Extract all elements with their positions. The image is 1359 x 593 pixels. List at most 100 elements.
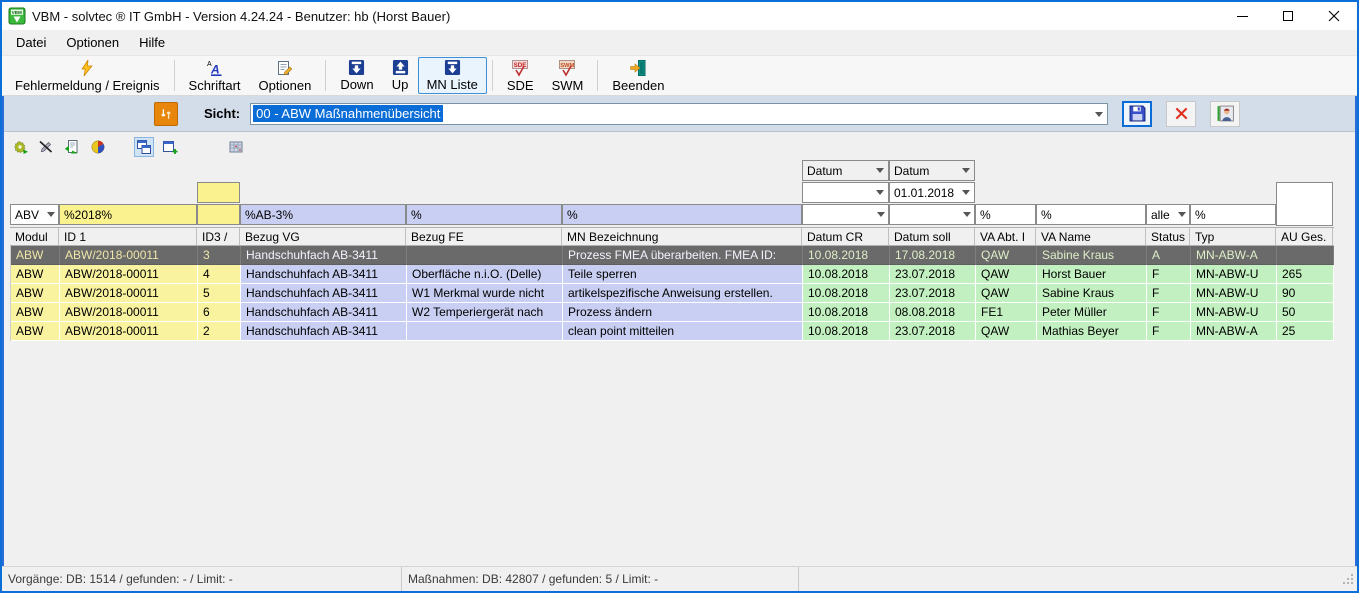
- cell-datum-cr: 10.08.2018: [803, 246, 890, 265]
- run-settings-button[interactable]: [10, 137, 30, 157]
- column-header-bezug-fe[interactable]: Bezug FE: [406, 228, 562, 245]
- delete-view-button[interactable]: [1166, 101, 1196, 127]
- cell-id3: 4: [198, 265, 241, 284]
- typ-filter[interactable]: %: [1190, 204, 1276, 225]
- toolbar-button-beenden[interactable]: Beenden: [603, 57, 673, 94]
- au-ges-filter[interactable]: [1276, 182, 1333, 226]
- datum-cr-filter-combo[interactable]: [802, 204, 889, 225]
- column-header-typ[interactable]: Typ: [1190, 228, 1276, 245]
- column-header-datum-soll[interactable]: Datum soll: [889, 228, 975, 245]
- maximize-button[interactable]: [1265, 2, 1311, 30]
- arrow-down-box-icon: [348, 59, 365, 76]
- modul-filter-combo[interactable]: ABV: [10, 204, 59, 225]
- menu-hilfe[interactable]: Hilfe: [129, 31, 175, 54]
- status-vorgaenge: Vorgänge: DB: 1514 / gefunden: - / Limit…: [2, 567, 402, 591]
- toolbar-button-mn-liste[interactable]: MN Liste: [418, 57, 487, 94]
- va-name-filter[interactable]: %: [1036, 204, 1146, 225]
- chevron-down-icon: [1178, 212, 1186, 217]
- cell-va-name: Sabine Kraus: [1037, 246, 1147, 265]
- table-grid-icon: [228, 139, 244, 155]
- column-header-id1[interactable]: ID 1: [59, 228, 197, 245]
- no-edit-button[interactable]: [36, 137, 56, 157]
- toolbar-button-sde[interactable]: SDE SDE: [498, 57, 543, 94]
- column-header-va-name[interactable]: VA Name: [1036, 228, 1146, 245]
- datum-cr-field-label: Datum: [807, 164, 842, 178]
- font-icon: AA: [206, 59, 224, 77]
- datum-cr-field-selector[interactable]: Datum: [802, 160, 889, 181]
- column-header-modul[interactable]: Modul: [10, 228, 59, 245]
- datum-soll-field-selector[interactable]: Datum: [889, 160, 975, 181]
- table-row[interactable]: ABWABW/2018-000114Handschuhfach AB-3411O…: [11, 265, 1334, 284]
- toolbar-button-fehlermeldung[interactable]: Fehlermeldung / Ereignis: [6, 57, 169, 94]
- chevron-down-icon: [47, 212, 55, 217]
- status-right: [799, 567, 1357, 591]
- bezug-fe-filter[interactable]: %: [406, 204, 562, 225]
- status-massnahmen: Maßnahmen: DB: 42807 / gefunden: 5 / Lim…: [402, 567, 799, 591]
- mn-bezeichnung-filter-value: %: [567, 208, 578, 222]
- export-button[interactable]: [62, 137, 82, 157]
- id3-extra-filter[interactable]: [197, 182, 240, 203]
- close-button[interactable]: [1311, 2, 1357, 30]
- sicht-combobox[interactable]: 00 - ABW Maßnahmenübersicht: [250, 103, 1108, 125]
- sicht-label: Sicht:: [204, 106, 240, 121]
- chevron-down-icon: [962, 168, 970, 173]
- toolbar-button-optionen[interactable]: Optionen: [250, 57, 321, 94]
- new-window-button[interactable]: [160, 137, 180, 157]
- cell-modul: ABW: [11, 265, 60, 284]
- column-header-id3[interactable]: ID3 /: [197, 228, 240, 245]
- id3-filter[interactable]: [197, 204, 240, 225]
- column-header-au-ges[interactable]: AU Ges.: [1276, 228, 1333, 245]
- table-row[interactable]: ABWABW/2018-000112Handschuhfach AB-3411c…: [11, 322, 1334, 341]
- cell-au-ges: [1277, 246, 1334, 265]
- swm-check-icon: SWM: [558, 59, 576, 77]
- status-filter-combo[interactable]: alle: [1146, 204, 1190, 225]
- toolbar-button-swm[interactable]: SWM SWM: [543, 57, 593, 94]
- toolbar-button-schriftart[interactable]: AA Schriftart: [180, 57, 250, 94]
- column-header-va-abt[interactable]: VA Abt. I: [975, 228, 1036, 245]
- refresh-view-button[interactable]: [154, 102, 178, 126]
- cell-va-abt: QAW: [976, 322, 1037, 341]
- pie-chart-button[interactable]: [88, 137, 108, 157]
- column-header-bezug-vg[interactable]: Bezug VG: [240, 228, 406, 245]
- table-row[interactable]: ABWABW/2018-000116Handschuhfach AB-3411W…: [11, 303, 1334, 322]
- save-view-button[interactable]: [1122, 101, 1152, 127]
- column-header-mn-bezeichnung[interactable]: MN Bezeichnung: [562, 228, 802, 245]
- toolbar-button-label: MN Liste: [427, 77, 478, 92]
- chevron-down-icon: [877, 212, 885, 217]
- table-grid-button[interactable]: [226, 137, 246, 157]
- bezug-vg-filter[interactable]: %AB-3%: [240, 204, 406, 225]
- typ-filter-value: %: [1195, 208, 1206, 222]
- toolbar-button-down[interactable]: Down: [331, 57, 382, 94]
- datum-cr-date-combo[interactable]: [802, 182, 889, 203]
- table-row[interactable]: ABWABW/2018-000113Handschuhfach AB-3411P…: [11, 246, 1334, 265]
- datum-soll-date-combo[interactable]: 01.01.2018: [889, 182, 975, 203]
- table-body: ABWABW/2018-000113Handschuhfach AB-3411P…: [10, 246, 1334, 341]
- cell-mn-bezeichnung: Prozess ändern: [563, 303, 803, 322]
- cell-id1: ABW/2018-00011: [60, 284, 198, 303]
- cascade-windows-button[interactable]: [134, 137, 154, 157]
- cell-datum-cr: 10.08.2018: [803, 265, 890, 284]
- chevron-down-icon: [876, 168, 884, 173]
- cell-typ: MN-ABW-A: [1191, 246, 1277, 265]
- column-header-row: Modul ID 1 ID3 / Bezug VG Bezug FE MN Be…: [10, 227, 1334, 246]
- menu-optionen[interactable]: Optionen: [56, 31, 129, 54]
- minimize-button[interactable]: [1219, 2, 1265, 30]
- id1-filter[interactable]: %2018%: [59, 204, 197, 225]
- mn-bezeichnung-filter[interactable]: %: [562, 204, 802, 225]
- column-header-status[interactable]: Status: [1146, 228, 1190, 245]
- user-portrait-icon: [1217, 105, 1234, 122]
- column-header-datum-cr[interactable]: Datum CR: [802, 228, 889, 245]
- cell-status: A: [1147, 246, 1191, 265]
- menu-datei[interactable]: Datei: [6, 31, 56, 54]
- user-view-button[interactable]: [1210, 101, 1240, 127]
- va-abt-filter[interactable]: %: [975, 204, 1036, 225]
- grid-area: Datum Datum 01.01.2018 ABV %2018% %AB-3%…: [4, 132, 1355, 566]
- cell-id1: ABW/2018-00011: [60, 303, 198, 322]
- save-floppy-icon: [1129, 105, 1146, 122]
- toolbar-button-up[interactable]: Up: [383, 57, 418, 94]
- datum-soll-filter-combo[interactable]: [889, 204, 975, 225]
- table-row[interactable]: ABWABW/2018-000115Handschuhfach AB-3411W…: [11, 284, 1334, 303]
- toolbar-button-label: Up: [392, 77, 409, 92]
- cell-datum-soll: 23.07.2018: [890, 284, 976, 303]
- run-settings-gear-icon: [12, 139, 28, 155]
